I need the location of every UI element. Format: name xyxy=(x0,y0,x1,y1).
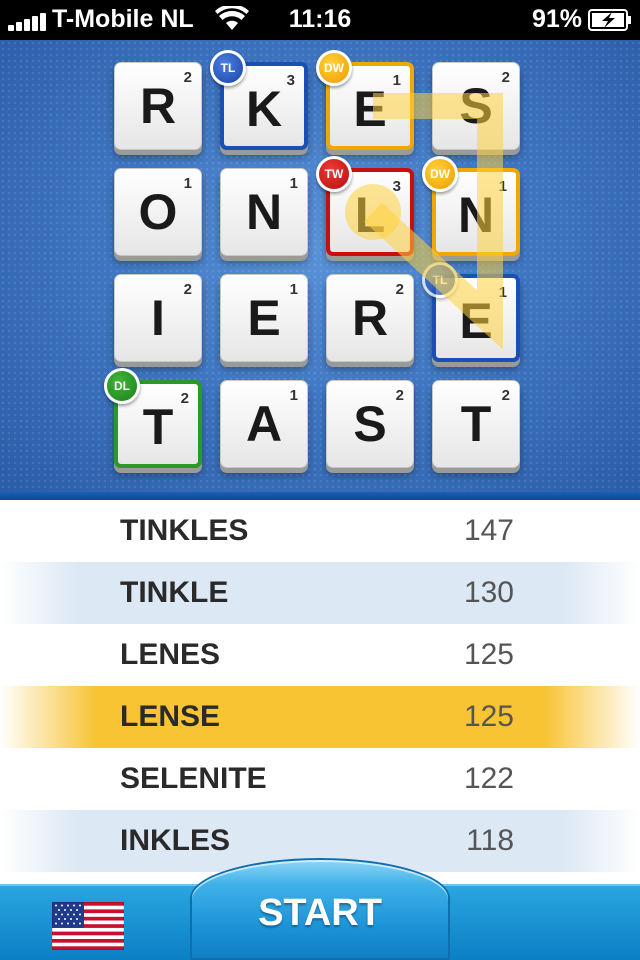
tile-r1-c4[interactable]: S 2 xyxy=(432,62,520,150)
word-text: TINKLE xyxy=(120,576,229,609)
us-flag-icon[interactable] xyxy=(52,902,124,950)
letter-grid: R 2 K 3 E 1 S 2 O 1 N 1 L 3 N 1 I 2 E 1 … xyxy=(104,50,526,474)
word-text: SELENITE xyxy=(120,762,267,795)
double-letter-badge: DL xyxy=(104,368,140,404)
word-score: 125 xyxy=(463,638,514,671)
double-word-badge: DW xyxy=(422,156,458,192)
tile-r4-c4[interactable]: T 2 xyxy=(432,380,520,468)
tile-points: 2 xyxy=(180,390,189,407)
triple-letter-badge: TL xyxy=(210,50,246,86)
word-score: 125 xyxy=(463,700,514,733)
tile-r2-c2[interactable]: N 1 xyxy=(220,168,308,256)
list-item[interactable]: LENES 125 xyxy=(0,624,640,686)
tile-points: 1 xyxy=(498,284,507,301)
triple-word-badge: TW xyxy=(316,156,352,192)
tile-r2-c1[interactable]: O 1 xyxy=(114,168,202,256)
word-score: 118 xyxy=(466,824,514,857)
start-button-label: START xyxy=(258,892,382,934)
tile-points: 2 xyxy=(501,387,510,404)
tile-r3-c1[interactable]: I 2 xyxy=(114,274,202,362)
tile-points: 2 xyxy=(183,281,192,298)
tile-points: 2 xyxy=(395,387,404,404)
battery-percentage: 91% xyxy=(531,5,582,33)
tile-r3-c2[interactable]: E 1 xyxy=(220,274,308,362)
word-score: 130 xyxy=(463,576,514,609)
word-text: LENSE xyxy=(120,700,221,733)
tile-points: 1 xyxy=(392,72,401,89)
tile-points: 2 xyxy=(183,69,192,86)
status-bar: T-Mobile NL 11:16 91% xyxy=(0,0,640,40)
tile-points: 1 xyxy=(289,387,298,404)
word-text: LENES xyxy=(120,638,221,671)
word-score: 147 xyxy=(463,514,514,547)
list-item-selected[interactable]: LENSE 125 xyxy=(0,686,640,748)
tile-points: 1 xyxy=(183,175,192,192)
found-words-list: TINKLES 147 TINKLE 130 LENES 125 LENSE 1… xyxy=(0,500,640,884)
tile-r3-c3[interactable]: R 2 xyxy=(326,274,414,362)
word-score: 122 xyxy=(463,762,514,795)
start-button[interactable]: START xyxy=(190,858,450,960)
tile-r1-c1[interactable]: R 2 xyxy=(114,62,202,150)
tile-points: 3 xyxy=(286,72,295,89)
word-text: INKLES xyxy=(120,824,231,857)
tile-points: 2 xyxy=(395,281,404,298)
tile-r4-c3[interactable]: S 2 xyxy=(326,380,414,468)
tile-points: 1 xyxy=(289,175,298,192)
game-board: R 2 K 3 E 1 S 2 O 1 N 1 L 3 N 1 I 2 E 1 … xyxy=(0,40,640,500)
list-item[interactable]: TINKLES 147 xyxy=(0,500,640,562)
battery-charging-icon xyxy=(588,9,631,31)
tile-points: 3 xyxy=(392,178,401,195)
tile-points: 2 xyxy=(501,69,510,86)
triple-letter-badge: TL xyxy=(422,262,458,298)
list-item[interactable]: TINKLE 130 xyxy=(0,562,640,624)
double-word-badge: DW xyxy=(316,50,352,86)
tile-r4-c2[interactable]: A 1 xyxy=(220,380,308,468)
list-item[interactable]: SELENITE 122 xyxy=(0,748,640,810)
tile-points: 1 xyxy=(498,178,507,195)
word-text: TINKLES xyxy=(120,514,249,547)
tile-points: 1 xyxy=(289,281,298,298)
